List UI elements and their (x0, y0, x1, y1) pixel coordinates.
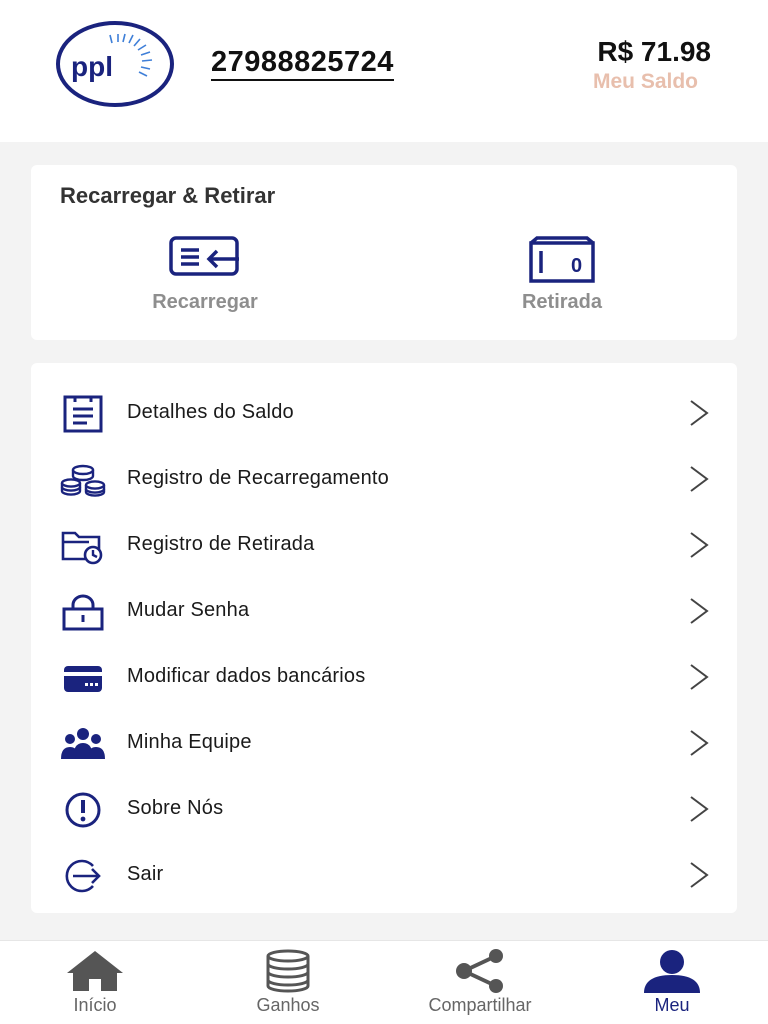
chevron-right-icon (690, 730, 709, 756)
withdraw-label: Retirada (521, 291, 603, 313)
menu-item-label: Sobre Nós (127, 797, 224, 819)
nav-earnings-label: Ganhos (256, 995, 320, 1015)
svg-text:ppl: ppl (71, 51, 113, 82)
chevron-right-icon (690, 664, 709, 690)
user-icon (642, 949, 702, 993)
bottom-navigation: Início Ganhos Compartilhar Meu (0, 940, 768, 1024)
chevron-right-icon (690, 532, 709, 558)
menu-item-label: Detalhes do Saldo (127, 401, 294, 423)
nav-me-label: Meu (654, 995, 690, 1015)
menu-item-about-us[interactable]: Sobre Nós (31, 777, 737, 843)
chevron-right-icon (690, 400, 709, 426)
menu-item-bank-details[interactable]: Modificar dados bancários (31, 645, 737, 711)
info-icon (59, 791, 107, 829)
nav-me[interactable]: Meu (592, 941, 752, 1024)
menu-item-label: Mudar Senha (127, 599, 250, 621)
menu-item-balance-details[interactable]: Detalhes do Saldo (31, 381, 737, 447)
share-icon (452, 949, 508, 993)
withdraw-button[interactable]: 0 Retirada (462, 235, 662, 314)
coins-icon (59, 461, 107, 499)
menu-item-logout[interactable]: Sair (31, 843, 737, 909)
header: ppl 27988825724 R$ 71.98 Meu Saldo (0, 0, 768, 142)
menu-item-change-password[interactable]: Mudar Senha (31, 579, 737, 645)
chevron-right-icon (690, 466, 709, 492)
lock-icon (59, 593, 107, 631)
menu-item-label: Sair (127, 863, 164, 885)
coins-stack-icon (264, 949, 312, 993)
recharge-label: Recarregar (152, 291, 258, 313)
nav-earnings[interactable]: Ganhos (208, 941, 368, 1024)
menu-item-label: Registro de Recarregamento (127, 467, 389, 489)
menu-item-label: Modificar dados bancários (127, 665, 366, 687)
chevron-right-icon (690, 862, 709, 888)
nav-share-label: Compartilhar (428, 995, 532, 1015)
team-icon (59, 725, 107, 763)
recharge-button[interactable]: Recarregar (105, 235, 305, 314)
ppl-logo: ppl (55, 20, 175, 108)
menu-item-label: Minha Equipe (127, 731, 252, 753)
menu-item-my-team[interactable]: Minha Equipe (31, 711, 737, 777)
account-menu-card: Detalhes do Saldo Registro de Recarregam… (31, 363, 737, 913)
svg-text:0: 0 (571, 255, 582, 277)
chevron-right-icon (690, 796, 709, 822)
balance-amount: R$ 71.98 (597, 36, 711, 67)
wallet-icon: 0 (462, 235, 662, 285)
document-icon (59, 395, 107, 433)
bank-card-icon (59, 659, 107, 697)
nav-share[interactable]: Compartilhar (400, 941, 560, 1024)
logout-icon (59, 857, 107, 895)
nav-home-label: Início (73, 995, 117, 1015)
recharge-withdraw-card: Recarregar & Retirar Recarregar 0 Retira… (31, 165, 737, 340)
recharge-withdraw-title: Recarregar & Retirar (60, 183, 276, 208)
menu-item-recharge-history[interactable]: Registro de Recarregamento (31, 447, 737, 513)
menu-item-withdraw-history[interactable]: Registro de Retirada (31, 513, 737, 579)
nav-home[interactable]: Início (15, 941, 175, 1024)
menu-item-label: Registro de Retirada (127, 533, 315, 555)
home-icon (65, 949, 125, 991)
account-phone-number: 27988825724 (211, 47, 394, 81)
balance-label: Meu Saldo (592, 70, 698, 93)
card-transfer-icon (105, 235, 305, 285)
chevron-right-icon (690, 598, 709, 624)
folder-clock-icon (59, 527, 107, 565)
